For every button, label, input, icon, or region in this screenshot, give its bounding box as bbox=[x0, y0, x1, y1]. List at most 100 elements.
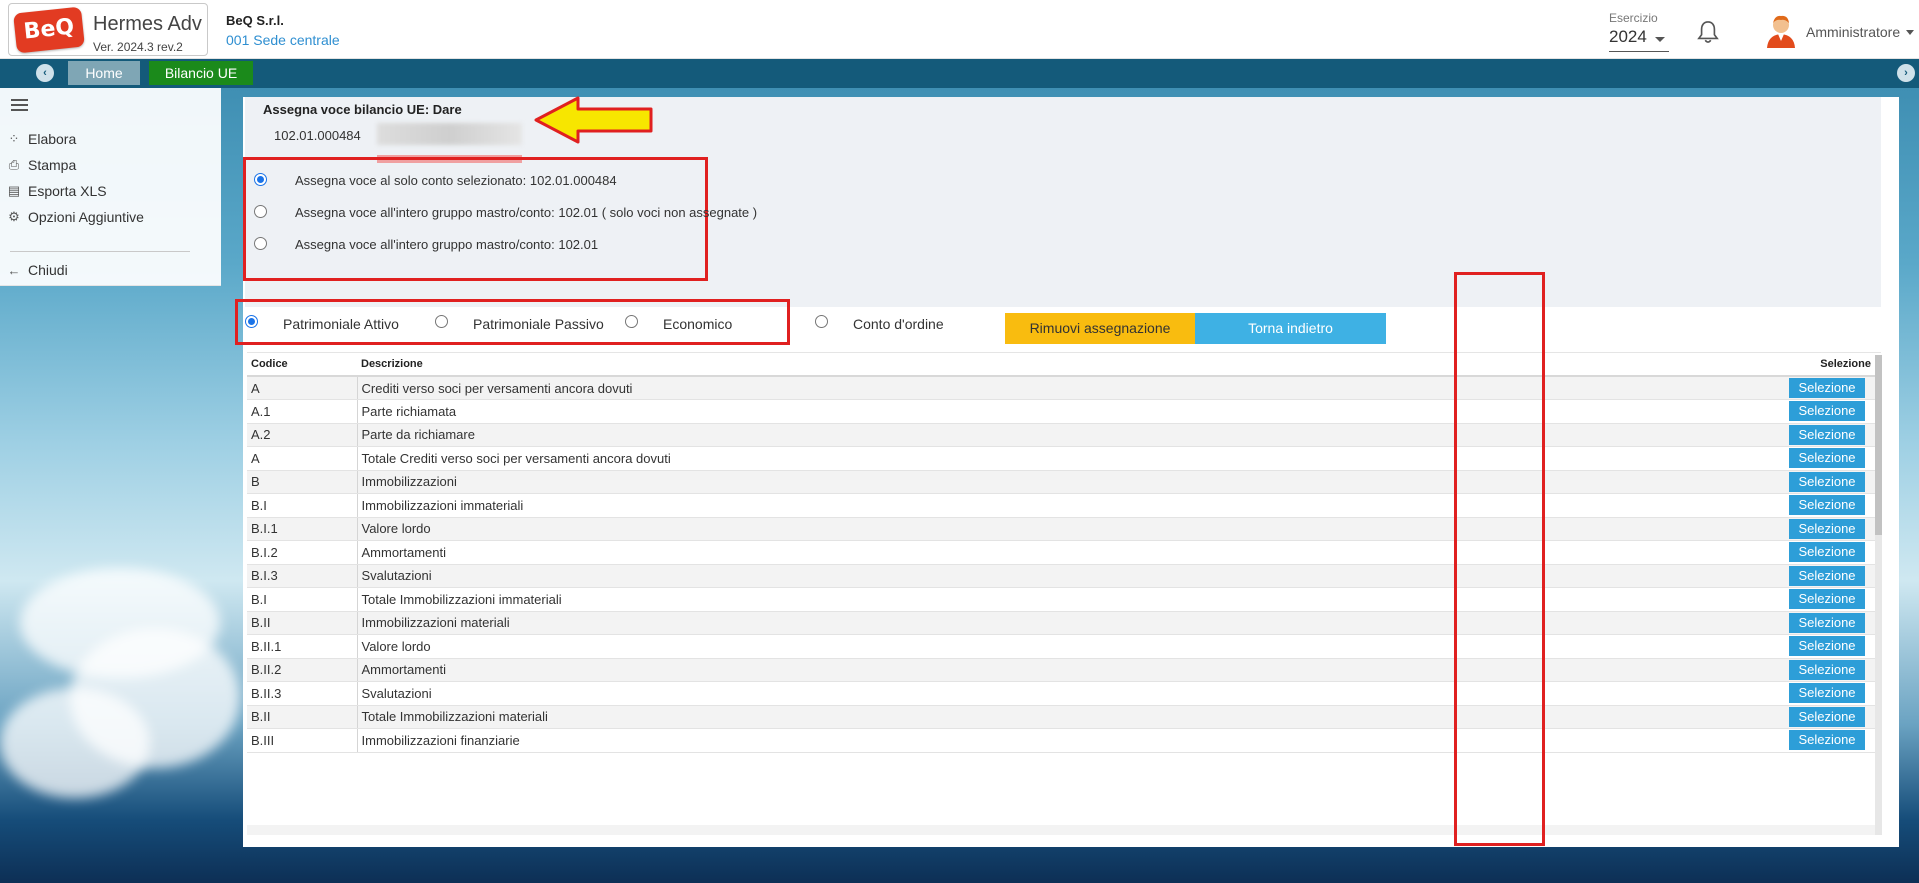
table-row[interactable]: B.II.1 Valore lordo Selezione bbox=[247, 634, 1881, 659]
type-radio-patrimoniale-attivo[interactable] bbox=[245, 315, 258, 328]
table-row[interactable]: A.2 Parte da richiamare Selezione bbox=[247, 423, 1881, 447]
sidebar-item-elabora[interactable]: ⁘ Elabora bbox=[6, 128, 77, 150]
type-radio-conto-ordine[interactable] bbox=[815, 315, 828, 328]
select-button[interactable]: Selezione bbox=[1789, 424, 1865, 445]
table-row[interactable]: B.I Totale Immobilizzazioni immateriali Se… bbox=[247, 587, 1881, 612]
table-row[interactable]: B Immobilizzazioni Selezione bbox=[247, 470, 1881, 494]
hamburger-menu-icon[interactable] bbox=[11, 99, 28, 111]
company-name: BeQ S.r.l. bbox=[226, 13, 284, 28]
select-button[interactable]: Selezione bbox=[1789, 471, 1865, 492]
sidebar-item-esporta-xls[interactable]: ▤ Esporta XLS bbox=[6, 180, 107, 202]
cell-descrizione: Totale Immobilizzazioni materiali bbox=[356, 705, 1767, 729]
scrollbar-thumb[interactable] bbox=[1875, 355, 1882, 535]
table-row[interactable]: B.II Immobilizzazioni materiali Selezione bbox=[247, 611, 1881, 635]
back-button[interactable]: Torna indietro bbox=[1195, 313, 1386, 344]
table-row[interactable]: B.III Immobilizzazioni finanziarie Selezio… bbox=[247, 728, 1881, 753]
chevron-left-icon[interactable]: ‹ bbox=[36, 64, 54, 82]
table-row[interactable]: B.I Immobilizzazioni immateriali Selezione bbox=[247, 493, 1881, 518]
table-row[interactable]: A Crediti verso soci per versamenti ancor… bbox=[247, 376, 1881, 400]
cell-codice: A.1 bbox=[247, 399, 357, 424]
user-name[interactable]: Amministratore bbox=[1806, 24, 1900, 40]
type-radio-patrimoniale-passivo[interactable] bbox=[435, 315, 448, 328]
chevron-down-icon[interactable] bbox=[1906, 30, 1914, 35]
select-button[interactable]: Selezione bbox=[1789, 589, 1865, 610]
cell-selezione: Selezione bbox=[1767, 587, 1881, 612]
scope-radio-group-all[interactable] bbox=[254, 237, 267, 250]
cell-selezione: Selezione bbox=[1767, 446, 1881, 471]
site-link[interactable]: 001 Sede centrale bbox=[226, 32, 340, 48]
gears-icon: ⚙ bbox=[8, 209, 20, 224]
table-row[interactable]: A Totale Crediti verso soci per versament… bbox=[247, 446, 1881, 471]
select-button[interactable]: Selezione bbox=[1789, 636, 1865, 657]
select-button[interactable]: Selezione bbox=[1789, 448, 1865, 469]
cell-descrizione: Ammortamenti bbox=[356, 658, 1767, 682]
table-row[interactable]: B.II.2 Ammortamenti Selezione bbox=[247, 658, 1881, 682]
type-radio-economico[interactable] bbox=[625, 315, 638, 328]
scope-radio-group-unassigned[interactable] bbox=[254, 205, 267, 218]
cloud-shape bbox=[0, 688, 150, 798]
column-header-selezione[interactable]: Selezione bbox=[1767, 353, 1881, 377]
cell-codice: B.III bbox=[247, 728, 357, 753]
table-row[interactable]: B.II.3 Svalutazioni Selezione bbox=[247, 681, 1881, 706]
cell-codice: B.I.2 bbox=[247, 540, 357, 565]
column-header-descrizione[interactable]: Descrizione bbox=[357, 353, 1767, 377]
cell-codice: B.II.2 bbox=[247, 658, 357, 682]
beq-logo-icon: BeQ bbox=[13, 6, 85, 54]
cell-codice: A bbox=[247, 376, 357, 400]
type-option-label: Patrimoniale Attivo bbox=[283, 316, 399, 332]
column-header-codice[interactable]: Codice bbox=[247, 353, 357, 377]
cell-codice: A bbox=[247, 446, 357, 471]
cell-selezione: Selezione bbox=[1767, 634, 1881, 659]
esercizio-select[interactable]: 2024 bbox=[1609, 27, 1669, 52]
table-row[interactable]: B.I.2 Ammortamenti Selezione bbox=[247, 540, 1881, 565]
tab-home[interactable]: Home bbox=[68, 61, 140, 85]
table-row[interactable]: B.II Totale Immobilizzazioni materiali Sel… bbox=[247, 705, 1881, 729]
vertical-scrollbar[interactable] bbox=[1875, 355, 1882, 835]
select-button[interactable]: Selezione bbox=[1789, 730, 1865, 751]
cell-codice: B.I bbox=[247, 587, 357, 612]
user-avatar-icon[interactable] bbox=[1765, 14, 1797, 48]
select-button[interactable]: Selezione bbox=[1789, 378, 1865, 398]
sidebar-item-chiudi[interactable]: ← Chiudi bbox=[6, 259, 68, 281]
cell-selezione: Selezione bbox=[1767, 564, 1881, 588]
cell-selezione: Selezione bbox=[1767, 705, 1881, 729]
scope-option-label: Assegna voce all'intero gruppo mastro/co… bbox=[295, 237, 599, 252]
select-button[interactable]: Selezione bbox=[1789, 401, 1865, 422]
sidebar-item-label: Chiudi bbox=[28, 262, 68, 278]
cell-descrizione: Ammortamenti bbox=[356, 540, 1767, 565]
tab-bilancio-ue[interactable]: Bilancio UE bbox=[149, 61, 253, 85]
cell-descrizione: Immobilizzazioni materiali bbox=[356, 611, 1767, 635]
select-button[interactable]: Selezione bbox=[1789, 659, 1865, 680]
cell-codice: B.I.1 bbox=[247, 517, 357, 541]
cell-codice: B.II bbox=[247, 705, 357, 729]
chevron-right-icon[interactable]: › bbox=[1897, 64, 1915, 82]
cell-descrizione: Immobilizzazioni finanziarie bbox=[356, 728, 1767, 753]
select-button[interactable]: Selezione bbox=[1789, 565, 1865, 586]
select-button[interactable]: Selezione bbox=[1789, 706, 1865, 727]
cell-selezione: Selezione bbox=[1767, 399, 1881, 424]
app-logo[interactable]: BeQ Hermes Adv Ver. 2024.3 rev.2 bbox=[8, 3, 208, 56]
select-button[interactable]: Selezione bbox=[1789, 683, 1865, 704]
sidebar-item-stampa[interactable]: ⎙ Stampa bbox=[6, 154, 76, 176]
table-row[interactable]: A.1 Parte richiamata Selezione bbox=[247, 399, 1881, 424]
sidebar-divider bbox=[10, 251, 190, 252]
cell-descrizione: Valore lordo bbox=[356, 634, 1767, 659]
sidebar-item-label: Esporta XLS bbox=[28, 183, 107, 199]
table-row[interactable]: B.I.1 Valore lordo Selezione bbox=[247, 517, 1881, 541]
cell-descrizione: Svalutazioni bbox=[356, 681, 1767, 706]
cell-selezione: Selezione bbox=[1767, 423, 1881, 447]
remove-assignment-button[interactable]: Rimuovi assegnazione bbox=[1005, 313, 1195, 344]
select-button[interactable]: Selezione bbox=[1789, 495, 1865, 516]
scope-radio-selected-account[interactable] bbox=[254, 173, 267, 186]
sidebar-item-opzioni-aggiuntive[interactable]: ⚙ Opzioni Aggiuntive bbox=[6, 206, 144, 228]
file-excel-icon: ▤ bbox=[7, 183, 21, 198]
cell-selezione: Selezione bbox=[1767, 658, 1881, 682]
horizontal-scrollbar[interactable] bbox=[247, 825, 1875, 835]
select-button[interactable]: Selezione bbox=[1789, 542, 1865, 563]
select-button[interactable]: Selezione bbox=[1789, 612, 1865, 633]
select-button[interactable]: Selezione bbox=[1789, 518, 1865, 539]
cell-descrizione: Crediti verso soci per versamenti ancora… bbox=[356, 376, 1767, 400]
bell-icon[interactable] bbox=[1697, 20, 1719, 44]
form-title: Assegna voce bilancio UE: Dare bbox=[263, 102, 462, 117]
table-row[interactable]: B.I.3 Svalutazioni Selezione bbox=[247, 564, 1881, 588]
